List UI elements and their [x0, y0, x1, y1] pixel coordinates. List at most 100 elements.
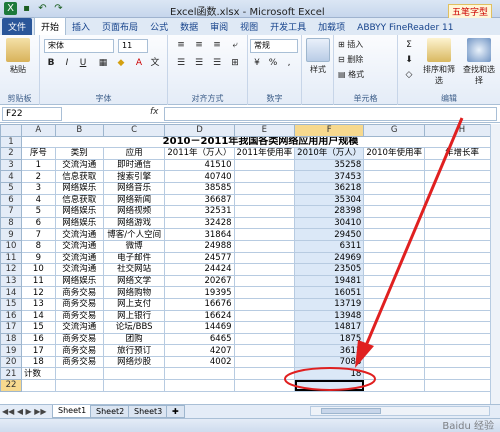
- cell[interactable]: [102, 367, 166, 381]
- table-cell[interactable]: [233, 355, 296, 369]
- table-cell[interactable]: 28398: [294, 205, 365, 218]
- table-cell[interactable]: [423, 286, 500, 299]
- cell[interactable]: [423, 367, 500, 381]
- table-cell[interactable]: 信息获取: [54, 193, 104, 207]
- table-cell[interactable]: [423, 274, 500, 288]
- cell[interactable]: [54, 379, 104, 392]
- delete-cells-button[interactable]: ⊟ 删除: [338, 54, 363, 65]
- table-cell[interactable]: 35304: [294, 193, 365, 207]
- table-cell[interactable]: 16624: [164, 309, 235, 323]
- cell[interactable]: [363, 379, 425, 392]
- row-header[interactable]: 10: [0, 239, 22, 253]
- table-cell[interactable]: 6: [20, 216, 56, 230]
- horizontal-scrollbar[interactable]: [310, 406, 490, 416]
- column-header[interactable]: G: [363, 124, 425, 137]
- tab-file[interactable]: 文件: [2, 18, 33, 35]
- table-cell[interactable]: 36687: [164, 193, 235, 207]
- header-cell[interactable]: 类别: [54, 147, 104, 160]
- table-cell[interactable]: 41510: [164, 158, 235, 172]
- table-cell[interactable]: [423, 239, 500, 253]
- table-cell[interactable]: 36218: [294, 181, 365, 195]
- sheet-title[interactable]: 2010－2011年我国各类网络应用用户规模: [20, 135, 500, 149]
- font-color-icon[interactable]: A: [132, 57, 146, 70]
- sheet-tab-2[interactable]: Sheet2: [90, 405, 131, 418]
- column-header[interactable]: H: [423, 124, 500, 137]
- paste-button[interactable]: 粘贴: [6, 38, 30, 75]
- table-cell[interactable]: [423, 205, 500, 218]
- column-header[interactable]: B: [54, 124, 104, 137]
- table-cell[interactable]: [363, 239, 425, 253]
- table-cell[interactable]: 7088: [294, 355, 365, 369]
- redo-icon[interactable]: ↷: [52, 2, 65, 15]
- table-cell[interactable]: 电子邮件: [102, 251, 166, 265]
- sort-filter-button[interactable]: 排序和筛选: [420, 38, 458, 86]
- table-cell[interactable]: 网络视频: [102, 205, 166, 218]
- table-cell[interactable]: 信息获取: [54, 170, 104, 183]
- fx-icon[interactable]: fx: [150, 107, 159, 117]
- table-cell[interactable]: 网络文学: [102, 274, 166, 288]
- header-cell[interactable]: 应用: [102, 147, 166, 160]
- table-cell[interactable]: [423, 344, 500, 357]
- tab-home[interactable]: 开始: [34, 17, 67, 35]
- header-cell[interactable]: 年增长率: [423, 147, 500, 160]
- table-cell[interactable]: 交流沟通: [54, 251, 104, 265]
- table-cell[interactable]: 商务交易: [54, 309, 104, 323]
- count-value-cell[interactable]: 18: [294, 367, 365, 381]
- italic-button[interactable]: I: [60, 57, 74, 70]
- table-cell[interactable]: 12: [20, 286, 56, 299]
- cell[interactable]: [102, 379, 166, 392]
- table-cell[interactable]: 40740: [164, 170, 235, 183]
- row-header[interactable]: 2: [0, 147, 22, 160]
- table-cell[interactable]: [363, 297, 425, 311]
- table-cell[interactable]: 旅行预订: [102, 344, 166, 357]
- table-cell[interactable]: 交流沟通: [54, 158, 104, 172]
- row-header[interactable]: 5: [0, 181, 22, 195]
- border-icon[interactable]: ▦: [96, 57, 110, 70]
- table-cell[interactable]: [363, 216, 425, 230]
- table-cell[interactable]: [233, 297, 296, 311]
- scroll-thumb[interactable]: [321, 408, 381, 414]
- table-cell[interactable]: [363, 355, 425, 369]
- row-header-selected[interactable]: 22: [0, 379, 22, 392]
- table-cell[interactable]: 网络娱乐: [54, 274, 104, 288]
- table-cell[interactable]: 交流沟通: [54, 239, 104, 253]
- table-cell[interactable]: [233, 193, 296, 207]
- table-cell[interactable]: 3613: [294, 344, 365, 357]
- table-cell[interactable]: [423, 332, 500, 346]
- table-cell[interactable]: [363, 181, 425, 195]
- tab-insert[interactable]: 插入: [66, 18, 96, 35]
- table-cell[interactable]: 网上支付: [102, 297, 166, 311]
- table-cell[interactable]: [233, 332, 296, 346]
- column-header[interactable]: A: [20, 124, 56, 137]
- column-header[interactable]: C: [102, 124, 166, 137]
- table-cell[interactable]: [233, 181, 296, 195]
- table-cell[interactable]: 17: [20, 344, 56, 357]
- cell[interactable]: [54, 367, 104, 381]
- table-cell[interactable]: 32531: [164, 205, 235, 218]
- table-cell[interactable]: [423, 297, 500, 311]
- tab-review[interactable]: 审阅: [204, 18, 234, 35]
- column-header[interactable]: D: [164, 124, 235, 137]
- cell[interactable]: [363, 367, 425, 381]
- table-cell[interactable]: 网络音乐: [102, 181, 166, 195]
- tab-addins[interactable]: 加载项: [312, 18, 351, 35]
- table-cell[interactable]: 19481: [294, 274, 365, 288]
- row-header[interactable]: 8: [0, 216, 22, 230]
- table-cell[interactable]: 30410: [294, 216, 365, 230]
- table-cell[interactable]: 1875: [294, 332, 365, 346]
- header-cell[interactable]: 2010年使用率: [363, 147, 425, 160]
- row-header[interactable]: 21: [0, 367, 22, 381]
- table-cell[interactable]: [363, 205, 425, 218]
- table-cell[interactable]: 16051: [294, 286, 365, 299]
- table-cell[interactable]: 19395: [164, 286, 235, 299]
- clear-icon[interactable]: ◇: [402, 69, 416, 82]
- table-cell[interactable]: 13: [20, 297, 56, 311]
- table-cell[interactable]: 6465: [164, 332, 235, 346]
- table-cell[interactable]: [363, 158, 425, 172]
- table-cell[interactable]: [233, 251, 296, 265]
- row-header[interactable]: 4: [0, 170, 22, 183]
- row-header[interactable]: 14: [0, 286, 22, 299]
- table-cell[interactable]: 2: [20, 170, 56, 183]
- table-cell[interactable]: [233, 170, 296, 183]
- table-cell[interactable]: 8: [20, 239, 56, 253]
